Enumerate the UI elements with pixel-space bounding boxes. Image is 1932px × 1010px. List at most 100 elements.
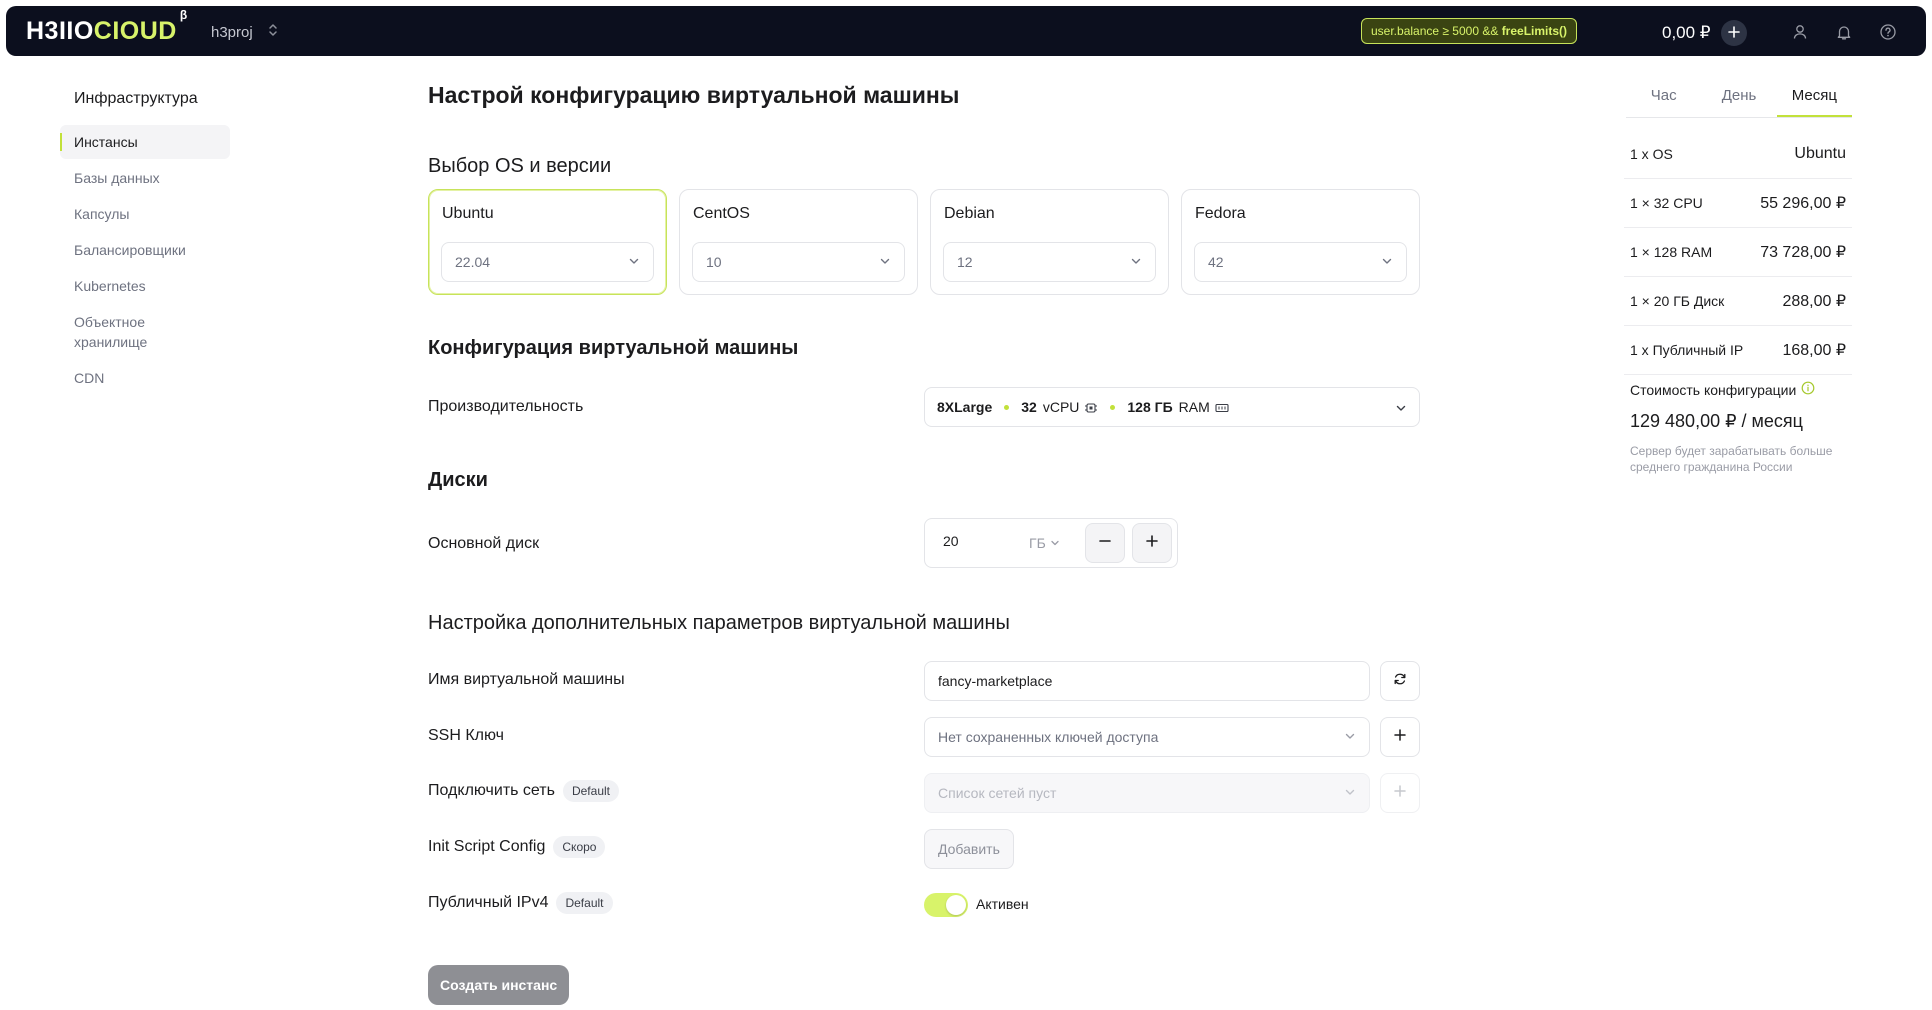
logo-text-part2: CIOUD — [93, 17, 177, 45]
help-icon[interactable] — [1879, 23, 1897, 41]
version-select[interactable]: 10 — [692, 242, 905, 282]
summary-key: 1 x Публичный IP — [1630, 342, 1744, 358]
sidebar-item-kubernetes[interactable]: Kubernetes — [60, 269, 230, 303]
performance-label: Производительность — [428, 398, 583, 416]
increase-disk-button[interactable] — [1132, 523, 1172, 563]
chevron-down-icon — [1381, 254, 1393, 270]
bell-icon[interactable] — [1835, 23, 1853, 41]
tab-month[interactable]: Месяц — [1776, 80, 1852, 117]
summary-key: 1 × 32 CPU — [1630, 195, 1703, 211]
vm-name-input[interactable] — [924, 661, 1370, 701]
advanced-section-title: Настройка дополнительных параметров вирт… — [428, 612, 1010, 634]
top-up-button[interactable] — [1720, 20, 1747, 46]
disk-size-input[interactable] — [943, 533, 1003, 549]
tab-hour[interactable]: Час — [1626, 80, 1701, 117]
disks-section-title: Диски — [428, 469, 488, 491]
add-init-script-button[interactable]: Добавить — [924, 829, 1014, 869]
page-title: Настрой конфигурацию виртуальной машины — [428, 82, 960, 108]
main-disk-label: Основной диск — [428, 535, 539, 553]
chevron-down-icon — [1344, 729, 1356, 745]
config-cost-label: Стоимость конфигурации — [1630, 381, 1815, 398]
summary-key: 1 x OS — [1630, 146, 1673, 162]
version-select[interactable]: 42 — [1194, 242, 1407, 282]
promo-function: freeLimits() — [1501, 24, 1568, 38]
summary-value: 288,00 ₽ — [1782, 293, 1846, 310]
config-cost-note: Сервер будет зарабатывать больше среднег… — [1630, 444, 1833, 474]
version-select[interactable]: 22.04 — [441, 242, 654, 282]
sidebar-item-instances[interactable]: Инстансы — [60, 125, 230, 159]
os-card-debian[interactable]: Debian 12 — [930, 189, 1169, 295]
perf-ram-value: 128 ГБ — [1127, 399, 1173, 415]
chevron-down-icon — [1344, 785, 1356, 801]
project-name: h3proj — [211, 23, 253, 41]
perf-cpu-value: 32 — [1021, 399, 1037, 415]
logo[interactable]: H3IIOCIOUDβ — [26, 8, 188, 46]
vm-name-label-text: Имя виртуальной машины — [428, 671, 625, 688]
os-section-title: Выбор OS и версии — [428, 155, 612, 177]
sidebar-item-balancers[interactable]: Балансировщики — [60, 233, 230, 267]
logo-text-part1: H3IIO — [26, 17, 94, 45]
version-value: 12 — [957, 254, 973, 270]
disk-unit-select[interactable]: ГБ — [1029, 535, 1060, 551]
chevron-down-icon — [1130, 254, 1142, 270]
add-ssh-key-button[interactable] — [1380, 717, 1420, 757]
public-ipv4-label-text: Публичный IPv4 — [428, 894, 549, 911]
sidebar-item-databases[interactable]: Базы данных — [60, 161, 230, 195]
network-placeholder: Список сетей пуст — [938, 785, 1057, 801]
summary-row-os: 1 x OS Ubuntu — [1624, 130, 1852, 179]
add-network-button[interactable] — [1380, 773, 1420, 813]
os-name: Fedora — [1195, 205, 1246, 222]
network-select[interactable]: Список сетей пуст — [924, 773, 1370, 813]
version-select[interactable]: 12 — [943, 242, 1156, 282]
sidebar-item-capsules[interactable]: Капсулы — [60, 197, 230, 231]
balance-value: 0,00 ₽ — [1662, 23, 1711, 42]
os-name: Ubuntu — [442, 205, 494, 222]
summary-row-cpu: 1 × 32 CPU 55 296,00 ₽ — [1624, 179, 1852, 228]
decrease-disk-button[interactable] — [1085, 523, 1125, 563]
promo-badge[interactable]: user.balance ≥ 5000 && freeLimits() — [1361, 18, 1578, 44]
sidebar-nav: Инстансы Базы данных Капсулы Балансировщ… — [60, 125, 230, 397]
minus-icon — [1098, 534, 1112, 553]
chevron-down-icon — [628, 254, 640, 270]
summary-value: 55 296,00 ₽ — [1760, 195, 1846, 212]
summary-value: 73 728,00 ₽ — [1760, 244, 1846, 261]
perf-cpu-unit: vCPU — [1042, 399, 1080, 415]
create-instance-button[interactable]: Создать инстанс — [428, 965, 570, 1005]
os-name: CentOS — [693, 205, 750, 222]
plus-icon — [1145, 534, 1159, 553]
separator-dot — [1004, 404, 1010, 410]
summary-row-ram: 1 × 128 RAM 73 728,00 ₽ — [1624, 228, 1852, 277]
config-cost-value: 129 480,00 ₽ / месяц — [1630, 411, 1803, 431]
cpu-chip-icon — [1084, 401, 1098, 413]
vm-name-label: Имя виртуальной машины — [428, 671, 625, 689]
info-icon[interactable] — [1801, 381, 1815, 398]
project-switcher[interactable]: h3proj — [211, 22, 279, 42]
balance-block: 0,00 ₽ — [1662, 20, 1747, 46]
sidebar-item-cdn[interactable]: CDN — [60, 361, 230, 395]
performance-select[interactable]: 8XLarge 32 vCPU 128 ГБ RAM — [924, 387, 1420, 427]
separator-dot — [1110, 404, 1116, 410]
chevron-down-icon — [1050, 535, 1060, 551]
top-bar: H3IIOCIOUDβ h3proj user.balance ≥ 5000 &… — [6, 6, 1926, 56]
os-card-centos[interactable]: CentOS 10 — [679, 189, 918, 295]
ram-module-icon — [1215, 401, 1229, 413]
chevron-down-icon — [879, 254, 891, 270]
os-card-fedora[interactable]: Fedora 42 — [1181, 189, 1420, 295]
sidebar-item-object-storage[interactable]: Объектное хранилище — [60, 305, 180, 359]
plus-icon — [1727, 23, 1740, 43]
toggle-knob — [946, 895, 966, 915]
network-label: Подключить сеть Default — [428, 780, 619, 802]
public-ipv4-label: Публичный IPv4 Default — [428, 892, 613, 914]
summary-key: 1 × 20 ГБ Диск — [1630, 293, 1725, 309]
user-icon[interactable] — [1791, 23, 1809, 41]
version-value: 42 — [1208, 254, 1224, 270]
ssh-key-select[interactable]: Нет сохраненных ключей доступа — [924, 717, 1370, 757]
os-card-ubuntu[interactable]: Ubuntu 22.04 — [428, 189, 667, 295]
ssh-key-label-text: SSH Ключ — [428, 727, 504, 744]
public-ipv4-toggle[interactable] — [924, 893, 968, 917]
tab-day[interactable]: День — [1701, 80, 1776, 117]
default-badge: Default — [562, 780, 619, 802]
os-name: Debian — [944, 205, 995, 222]
regenerate-name-button[interactable] — [1380, 661, 1420, 701]
disk-size-stepper: ГБ — [924, 518, 1178, 568]
